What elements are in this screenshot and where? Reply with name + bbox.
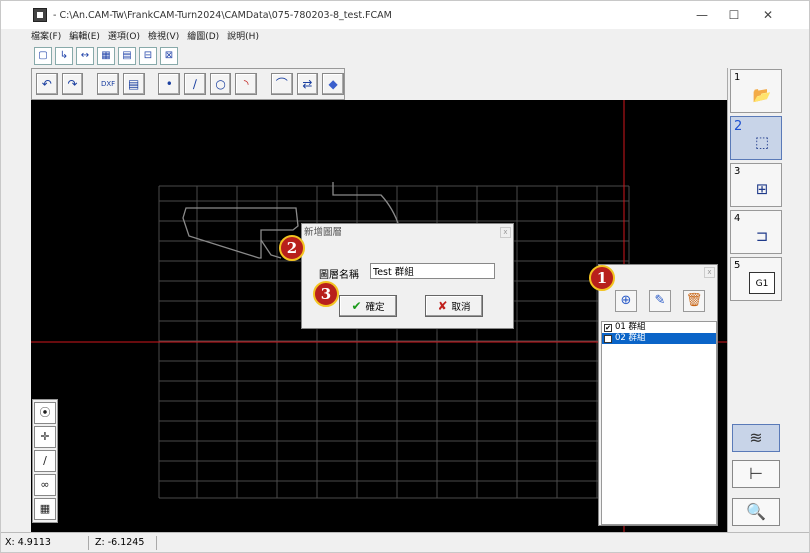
step-badge-2: 2 [279, 235, 305, 261]
grid-icon[interactable]: ▦ [97, 47, 115, 65]
window-select-icon[interactable]: ▢ [34, 47, 52, 65]
eye-icon[interactable]: ⦿ [34, 402, 56, 424]
arc-icon[interactable]: ◝ [235, 73, 258, 95]
step-num-2: 2 [734, 119, 743, 134]
maximize-button[interactable]: ☐ [716, 6, 752, 24]
dialog-close-icon[interactable]: x [500, 227, 511, 238]
menu-draw[interactable]: 繪圖(D) [187, 29, 219, 45]
step-num-5: 5 [734, 260, 741, 271]
step-num-1: 1 [734, 72, 741, 83]
status-bar: X: 4.9113 Z: -6.1245 [1, 532, 809, 552]
title-bar: - C:\An.CAM-Tw\FrankCAM-Turn2024\CAMData… [1, 1, 809, 29]
app-logo-icon [33, 8, 47, 22]
snap-icon[interactable]: ▤ [118, 47, 136, 65]
zoom-icon[interactable]: 🔍 [732, 498, 780, 526]
grid-toggle-icon[interactable]: ▦ [34, 498, 56, 520]
step-num-4: 4 [734, 213, 741, 224]
new-layer-dialog: 新增圖層 x 圖層名稱 ✔ 確定 ✘ 取消 [301, 223, 514, 329]
draw-frame-icon: ⬚ [754, 133, 770, 151]
point-icon[interactable]: • [158, 73, 181, 95]
redraw-icon[interactable]: ⊠ [160, 47, 178, 65]
cancel-button[interactable]: ✘ 取消 [425, 295, 483, 317]
undo-icon[interactable]: ↶ [36, 73, 58, 95]
step-tab-path[interactable]: 4 ⊐ [730, 210, 782, 254]
delete-layer-icon[interactable]: 🗑 [683, 290, 705, 312]
layers-button[interactable]: ≋ [732, 424, 780, 452]
layer-label: 02 群組 [615, 333, 646, 343]
left-toolbar: ⦿ ✛ ∕ ∞ ▦ [32, 399, 58, 523]
menu-file[interactable]: 檔案(F) [31, 29, 61, 45]
cancel-label: 取消 [451, 302, 471, 313]
gcode-icon: G1 [749, 272, 775, 294]
pan-icon[interactable]: ↔ [76, 47, 94, 65]
app-window: - C:\An.CAM-Tw\FrankCAM-Turn2024\CAMData… [0, 0, 810, 553]
menu-options[interactable]: 選項(O) [108, 29, 140, 45]
menu-help[interactable]: 說明(H) [227, 29, 259, 45]
layer-panel-title [599, 265, 717, 279]
dxf-import-icon[interactable]: DXF [97, 73, 119, 95]
layer-list: ✔ 01 群組 02 群組 [601, 321, 717, 525]
step-tab-open[interactable]: 1 📂 [730, 69, 782, 113]
line-icon[interactable]: ∕ [184, 73, 206, 95]
step-badge-1: 1 [589, 265, 615, 291]
ok-button[interactable]: ✔ 確定 [339, 295, 397, 317]
fillet-icon[interactable]: ⌒ [270, 73, 293, 95]
draw-toolbar: ↶ ↷ DXF ▤ • ∕ ○ ◝ ⌒ ⇄ ◆ [31, 68, 345, 100]
layer-panel-close-icon[interactable]: x [704, 267, 715, 278]
minimize-button[interactable]: — [684, 6, 720, 24]
status-z: Z: -6.1245 [93, 536, 157, 550]
table-icon[interactable]: ▤ [122, 73, 145, 95]
check-icon: ✔ [351, 299, 362, 313]
step-tab-gcode[interactable]: 5 G1 [730, 257, 782, 301]
close-button[interactable]: ✕ [750, 6, 786, 24]
layer-row-selected[interactable]: 02 群組 [602, 333, 716, 344]
layer-panel: x ⊕ ✎ 🗑 ✔ 01 群組 02 群組 [598, 264, 718, 526]
trim-icon[interactable]: ⇄ [296, 73, 319, 95]
add-layer-icon[interactable]: ⊕ [615, 290, 637, 312]
step-badge-3: 3 [313, 281, 339, 307]
origin-xz-icon[interactable]: ✛ [34, 426, 56, 448]
slash-line-icon[interactable]: ∕ [34, 450, 56, 472]
folder-icon: 📂 [752, 86, 772, 104]
axis-xz-icon[interactable]: ↳ [55, 47, 73, 65]
step-num-3: 3 [734, 166, 741, 177]
menu-edit[interactable]: 編輯(E) [69, 29, 100, 45]
step-tab-tool[interactable]: 3 ⊞ [730, 163, 782, 207]
redo-icon[interactable]: ↷ [61, 73, 84, 95]
fit-icon[interactable]: ⊟ [139, 47, 157, 65]
toolpath-icon: ⊐ [755, 227, 769, 245]
layer-row[interactable]: ✔ 01 群組 [602, 322, 716, 333]
layer-checkbox[interactable]: ✔ [604, 323, 612, 332]
dimension-button[interactable]: ⊢ [732, 460, 780, 488]
dialog-title: 新增圖層 [302, 224, 513, 241]
status-x: X: 4.9113 [3, 536, 89, 550]
cross-icon: ✘ [437, 299, 448, 313]
step-panel: 1 📂 2 ⬚ 3 ⊞ 4 ⊐ 5 G1 ≋ ⊢ 🔍 [727, 68, 785, 532]
view-toolbar: ▢ ↳ ↔ ▦ ▤ ⊟ ⊠ [34, 47, 178, 67]
link-icon[interactable]: ∞ [34, 474, 56, 496]
eraser-icon[interactable]: ◆ [322, 73, 344, 95]
layer-label: 01 群組 [615, 322, 646, 332]
circle-icon[interactable]: ○ [209, 73, 232, 95]
layer-checkbox[interactable] [604, 334, 612, 343]
menu-view[interactable]: 檢視(V) [148, 29, 179, 45]
step-tab-draw[interactable]: 2 ⬚ [730, 116, 782, 160]
dialog-title-text: 新增圖層 [304, 227, 343, 238]
edit-layer-icon[interactable]: ✎ [649, 290, 671, 312]
ok-label: 確定 [365, 302, 385, 313]
layer-name-label: 圖層名稱 [319, 270, 359, 281]
layer-name-input[interactable] [370, 263, 495, 279]
tool-setup-icon: ⊞ [755, 180, 769, 198]
menu-bar: 檔案(F) 編輯(E) 選項(O) 檢視(V) 繪圖(D) 說明(H) [31, 29, 259, 45]
window-title: - C:\An.CAM-Tw\FrankCAM-Turn2024\CAMData… [53, 9, 392, 21]
